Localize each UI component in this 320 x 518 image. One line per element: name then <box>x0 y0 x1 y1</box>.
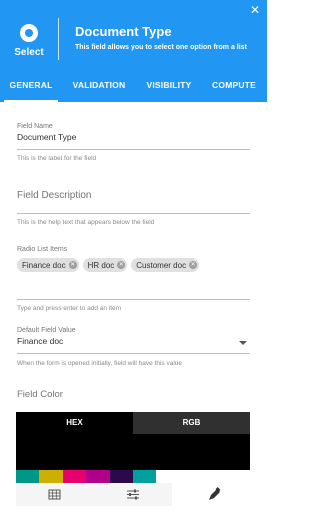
default-value-underline <box>17 353 250 354</box>
field-description-input[interactable]: Field Description <box>17 190 250 201</box>
field-title: Document Type <box>75 24 172 39</box>
color-mode-tabs: HEX RGB <box>16 412 250 434</box>
tab-visibility[interactable]: VISIBILITY <box>142 72 196 102</box>
color-picker-toolbar <box>16 483 250 506</box>
tab-rgb[interactable]: RGB <box>133 412 250 434</box>
field-name-underline <box>17 149 250 150</box>
header-divider <box>58 18 59 60</box>
chip-label: Finance doc <box>22 260 66 270</box>
field-name-help: This is the label for the field <box>17 155 97 162</box>
field-type-indicator: Select <box>0 18 58 58</box>
field-header: ✕ Select Document Type This field allows… <box>0 0 267 102</box>
color-preview <box>16 434 250 470</box>
chip-label: Customer doc <box>136 260 187 270</box>
radio-list-chips: Finance doc ✕ HR doc ✕ Customer doc ✕ <box>17 258 250 272</box>
chip-remove-icon[interactable]: ✕ <box>117 261 126 269</box>
field-type-label: Select <box>14 47 44 58</box>
default-value-group: Default Field Value Finance doc When the… <box>17 327 250 367</box>
field-subtitle: This field allows you to select one opti… <box>75 44 247 51</box>
tab-validation[interactable]: VALIDATION <box>68 72 130 102</box>
default-value-help: When the form is opened initially, field… <box>17 360 182 367</box>
default-value-label: Default Field Value <box>17 327 76 334</box>
eyedropper-button[interactable] <box>172 483 250 506</box>
sliders-icon <box>127 489 139 500</box>
default-value-select[interactable]: Finance doc <box>17 336 250 346</box>
field-name-input[interactable]: Document Type <box>17 132 250 142</box>
field-color-label: Field Color <box>17 389 63 400</box>
eyedropper-icon <box>209 487 221 500</box>
field-name-label: Field Name <box>17 123 53 130</box>
chip-item: HR doc ✕ <box>82 258 128 272</box>
tab-compute[interactable]: COMPUTE <box>206 72 262 102</box>
palette-grid-button[interactable] <box>16 483 94 506</box>
field-description-group: Field Description This is the help text … <box>17 190 250 226</box>
chip-remove-icon[interactable]: ✕ <box>189 261 198 269</box>
chip-label: HR doc <box>87 260 115 270</box>
field-description-underline <box>17 213 250 214</box>
radio-list-label: Radio List Items <box>17 246 68 253</box>
radio-list-help: Type and press enter to add an item <box>17 305 122 312</box>
chip-item: Finance doc ✕ <box>17 258 79 272</box>
field-description-help: This is the help text that appears below… <box>17 219 155 226</box>
field-color-group: Field Color <box>17 389 250 400</box>
close-icon[interactable]: ✕ <box>250 4 260 16</box>
radio-list-group: Radio List Items Finance doc ✕ HR doc ✕ … <box>17 246 250 312</box>
palette-grid-icon <box>48 489 61 500</box>
radio-list-underline <box>17 299 250 300</box>
settings-tabs: GENERAL VALIDATION VISIBILITY COMPUTE <box>0 72 267 102</box>
chevron-down-icon[interactable] <box>239 341 247 345</box>
chip-remove-icon[interactable]: ✕ <box>68 261 77 269</box>
chip-item: Customer doc ✕ <box>131 258 200 272</box>
radio-icon <box>20 24 38 42</box>
radio-list-input[interactable] <box>17 272 250 299</box>
field-name-group: Field Name Document Type This is the lab… <box>17 123 250 162</box>
tab-general[interactable]: GENERAL <box>4 72 58 102</box>
sliders-button[interactable] <box>94 483 172 506</box>
tab-hex[interactable]: HEX <box>16 412 133 434</box>
